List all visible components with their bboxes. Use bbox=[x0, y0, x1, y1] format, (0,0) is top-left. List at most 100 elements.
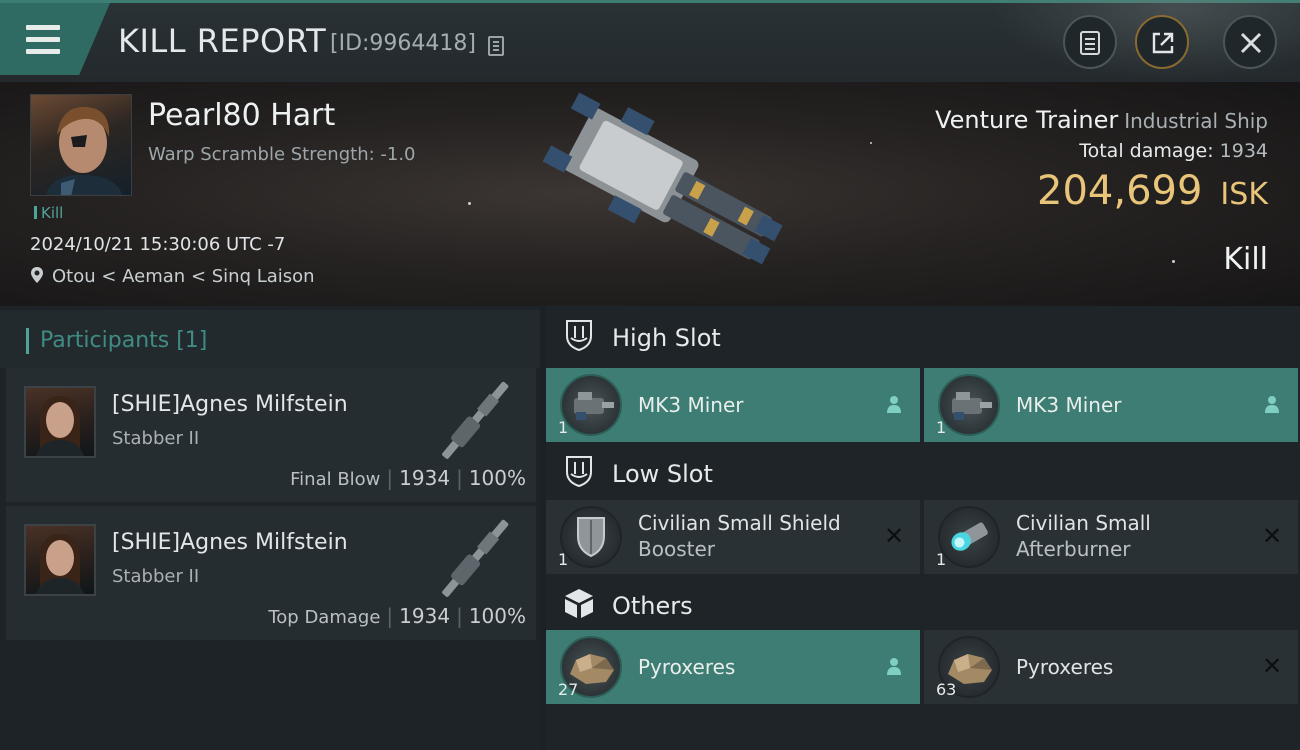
total-damage-label: Total damage: bbox=[1079, 140, 1214, 162]
participant-name[interactable]: [SHIE]Agnes Milfstein bbox=[112, 392, 348, 417]
participant-row[interactable]: [SHIE]Agnes Milfstein Stabber II Top Dam… bbox=[6, 506, 536, 640]
item-name-line2: Booster bbox=[638, 537, 715, 561]
victim-pilot-name[interactable]: Pearl80 Hart bbox=[148, 98, 335, 133]
item-image bbox=[560, 506, 622, 568]
item-name-line1: Civilian Small Shield bbox=[638, 511, 841, 535]
item-name: MK3 Miner bbox=[1016, 393, 1122, 417]
female-pilot-portrait-icon bbox=[36, 396, 84, 456]
hamburger-menu-icon[interactable] bbox=[26, 25, 60, 55]
share-button[interactable] bbox=[1135, 15, 1189, 69]
participants-panel: Participants [1] [SHIE]Agnes Milfstein S… bbox=[0, 306, 540, 750]
weapon-icon[interactable] bbox=[426, 376, 526, 466]
fitting-item[interactable]: 1 MK3 Miner bbox=[546, 368, 920, 442]
notes-button[interactable] bbox=[1063, 15, 1117, 69]
fitting-item[interactable]: 1 MK3 Miner bbox=[924, 368, 1298, 442]
item-name-line2: Afterburner bbox=[1016, 537, 1131, 561]
participants-accent-bar bbox=[26, 328, 29, 354]
fitting-item[interactable]: 27 Pyroxeres bbox=[546, 630, 920, 704]
warp-scramble-strength: Warp Scramble Strength: -1.0 bbox=[148, 144, 416, 165]
header-bar: KILL REPORT [ID:9964418] bbox=[0, 0, 1300, 82]
destroyed-x-icon: ✕ bbox=[1262, 652, 1283, 680]
kill-tag: Kill bbox=[34, 204, 63, 222]
item-name: Pyroxeres bbox=[1016, 655, 1114, 679]
participant-percent: 100% bbox=[468, 466, 526, 490]
participants-header: Participants [1] bbox=[0, 310, 540, 368]
destroyed-x-icon: ✕ bbox=[884, 522, 905, 550]
participant-name[interactable]: [SHIE]Agnes Milfstein bbox=[112, 530, 348, 555]
fitting-item[interactable]: 1 Civilian Small Afterburner ✕ bbox=[924, 500, 1298, 574]
victim-banner: Pearl80 Hart Warp Scramble Strength: -1.… bbox=[0, 82, 1300, 306]
star bbox=[1172, 260, 1175, 263]
participant-role: Final Blow bbox=[290, 469, 381, 490]
item-quantity: 27 bbox=[558, 680, 579, 699]
total-damage: Total damage: 1934 bbox=[1079, 140, 1268, 162]
dropped-person-icon bbox=[887, 658, 901, 675]
item-quantity: 1 bbox=[558, 418, 569, 437]
mining-laser-icon bbox=[574, 392, 614, 420]
others-header: Others bbox=[546, 574, 1300, 636]
menu-button[interactable] bbox=[0, 3, 110, 75]
isk-unit: ISK bbox=[1220, 177, 1268, 212]
mining-laser-icon bbox=[952, 392, 992, 420]
pilot-portrait-icon bbox=[45, 106, 123, 195]
high-slot-icon bbox=[566, 320, 592, 352]
stat-separator: | bbox=[386, 466, 394, 490]
fitting-item[interactable]: 1 Civilian Small Shield Booster ✕ bbox=[546, 500, 920, 574]
stat-separator: | bbox=[386, 604, 394, 628]
participant-row[interactable]: [SHIE]Agnes Milfstein Stabber II Final B… bbox=[6, 368, 536, 502]
female-pilot-portrait-icon bbox=[36, 534, 84, 594]
victim-portrait[interactable] bbox=[30, 94, 132, 196]
item-image bbox=[560, 374, 622, 436]
victim-ship-name[interactable]: Venture Trainer Industrial Ship bbox=[935, 106, 1268, 134]
kill-datetime: 2024/10/21 15:30:06 UTC -7 bbox=[30, 234, 286, 255]
participant-avatar[interactable] bbox=[24, 524, 96, 596]
ship-render-icon[interactable] bbox=[520, 90, 790, 300]
high-slot-header: High Slot bbox=[546, 306, 1300, 368]
item-quantity: 1 bbox=[558, 550, 569, 569]
others-title: Others bbox=[612, 592, 693, 620]
item-quantity: 1 bbox=[936, 418, 947, 437]
participants-title: Participants [1] bbox=[40, 328, 208, 353]
item-name-line1: Civilian Small bbox=[1016, 511, 1151, 535]
dropped-person-icon bbox=[1265, 396, 1279, 413]
participant-role: Top Damage bbox=[268, 607, 381, 628]
stat-separator: | bbox=[456, 466, 463, 490]
ship-class: Industrial Ship bbox=[1124, 109, 1268, 133]
isk-value: 204,699 ISK bbox=[1037, 168, 1268, 214]
participant-stats: Final Blow | 1934 | 100% bbox=[290, 466, 526, 490]
participant-avatar[interactable] bbox=[24, 386, 96, 458]
item-image bbox=[938, 374, 1000, 436]
notepad-icon bbox=[1080, 31, 1100, 55]
kill-location[interactable]: Otou < Aeman < Sinq Laison bbox=[30, 266, 315, 287]
location-text: Otou < Aeman < Sinq Laison bbox=[52, 266, 315, 287]
item-image bbox=[938, 506, 1000, 568]
participant-stats: Top Damage | 1934 | 100% bbox=[268, 604, 526, 628]
star bbox=[870, 142, 872, 144]
close-icon bbox=[1240, 32, 1262, 54]
ship-name-text: Venture Trainer bbox=[935, 106, 1119, 134]
afterburner-icon bbox=[951, 522, 988, 551]
star bbox=[468, 202, 471, 205]
fitting-item[interactable]: 63 Pyroxeres ✕ bbox=[924, 630, 1298, 704]
participant-damage: 1934 bbox=[399, 604, 451, 628]
participant-damage: 1934 bbox=[399, 466, 451, 490]
weapon-icon[interactable] bbox=[426, 514, 526, 604]
participant-ship: Stabber II bbox=[112, 428, 200, 449]
item-name: Pyroxeres bbox=[638, 655, 736, 679]
share-icon bbox=[1152, 32, 1174, 54]
cargo-box-icon bbox=[565, 589, 593, 618]
close-button[interactable] bbox=[1223, 15, 1277, 69]
low-slot-header: Low Slot bbox=[546, 442, 1300, 504]
item-name: MK3 Miner bbox=[638, 393, 744, 417]
low-slot-icon bbox=[566, 456, 592, 488]
copy-id-icon[interactable] bbox=[488, 36, 504, 56]
high-slot-title: High Slot bbox=[612, 324, 721, 352]
total-damage-value: 1934 bbox=[1219, 140, 1268, 162]
dropped-person-icon bbox=[887, 396, 901, 413]
report-id: [ID:9964418] bbox=[330, 31, 476, 56]
stat-separator: | bbox=[456, 604, 463, 628]
isk-amount: 204,699 bbox=[1037, 168, 1203, 214]
destroyed-x-icon: ✕ bbox=[1262, 522, 1283, 550]
participant-percent: 100% bbox=[468, 604, 526, 628]
fitting-panel: High Slot 1 MK3 Miner 1 MK3 Miner Low Sl… bbox=[546, 306, 1300, 750]
